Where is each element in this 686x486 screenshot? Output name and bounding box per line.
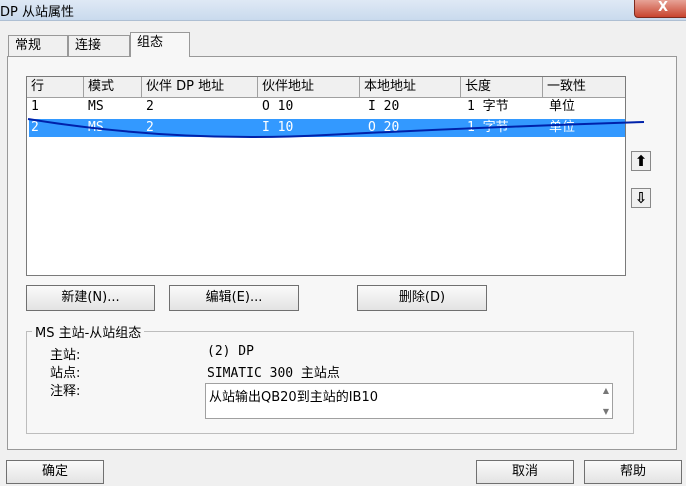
col-header-local-address[interactable]: 本地地址 (360, 77, 461, 97)
cell-partner-address: O 10 (262, 99, 294, 114)
cancel-button[interactable]: 取消 (476, 460, 574, 484)
cell-consistency: 单位 (549, 120, 576, 135)
cell-length: 1 字节 (467, 120, 509, 135)
help-button[interactable]: 帮助 (584, 460, 682, 484)
cell-row: 2 (31, 120, 39, 135)
tab-connection[interactable]: 连接 (68, 35, 130, 56)
col-header-row[interactable]: 行 (27, 77, 84, 97)
col-header-length[interactable]: 长度 (461, 77, 543, 97)
cell-row: 1 (31, 99, 39, 114)
master-label: 主站: (50, 348, 81, 363)
col-header-mode[interactable]: 模式 (84, 77, 142, 97)
cell-partner-dp-address: 2 (146, 120, 154, 135)
station-value: SIMATIC 300 主站点 (207, 366, 340, 381)
close-button[interactable]: X (634, 0, 686, 18)
station-label: 站点: (50, 366, 81, 381)
scroll-up-icon[interactable]: ▲ (603, 386, 609, 395)
title-bar: DP 从站属性 X (0, 0, 686, 21)
delete-button[interactable]: 删除(D) (357, 285, 487, 311)
cell-consistency: 单位 (549, 99, 576, 114)
cell-partner-dp-address: 2 (146, 99, 154, 114)
move-down-button[interactable]: ⇩ (631, 188, 651, 208)
cell-length: 1 字节 (467, 99, 509, 114)
groupbox-legend: MS 主站-从站组态 (32, 322, 145, 341)
new-button[interactable]: 新建(N)... (26, 285, 155, 311)
move-up-button[interactable]: ⬆ (631, 151, 651, 171)
tab-configuration[interactable]: 组态 (130, 32, 190, 57)
cell-mode: MS (88, 99, 104, 114)
ok-button[interactable]: 确定 (6, 460, 104, 484)
table-row[interactable]: 1 MS 2 O 10 I 20 1 字节 单位 (29, 98, 625, 116)
configuration-table[interactable]: 行 模式 伙伴 DP 地址 伙伴地址 本地地址 长度 一致性 1 MS 2 O … (26, 76, 626, 276)
comment-label: 注释: (50, 384, 81, 399)
col-header-consistency[interactable]: 一致性 (543, 77, 625, 97)
comment-field[interactable]: 从站输出QB20到主站的IB10 ▲ ▼ (205, 383, 613, 419)
window-title: DP 从站属性 (0, 5, 74, 20)
cell-local-address: O 20 (368, 120, 400, 135)
table-row-selected[interactable]: 2 MS 2 I 10 O 20 1 字节 单位 (29, 119, 625, 137)
table-header: 行 模式 伙伴 DP 地址 伙伴地址 本地地址 长度 一致性 (27, 77, 625, 98)
master-value: (2) DP (207, 344, 254, 359)
col-header-partner-dp-address[interactable]: 伙伴 DP 地址 (142, 77, 258, 97)
cell-mode: MS (88, 120, 104, 135)
edit-button[interactable]: 编辑(E)... (169, 285, 299, 311)
comment-text: 从站输出QB20到主站的IB10 (209, 390, 378, 405)
scroll-down-icon[interactable]: ▼ (603, 407, 609, 416)
cell-local-address: I 20 (368, 99, 400, 114)
col-header-partner-address[interactable]: 伙伴地址 (258, 77, 360, 97)
cell-partner-address: I 10 (262, 120, 294, 135)
tab-general[interactable]: 常规 (8, 35, 68, 56)
